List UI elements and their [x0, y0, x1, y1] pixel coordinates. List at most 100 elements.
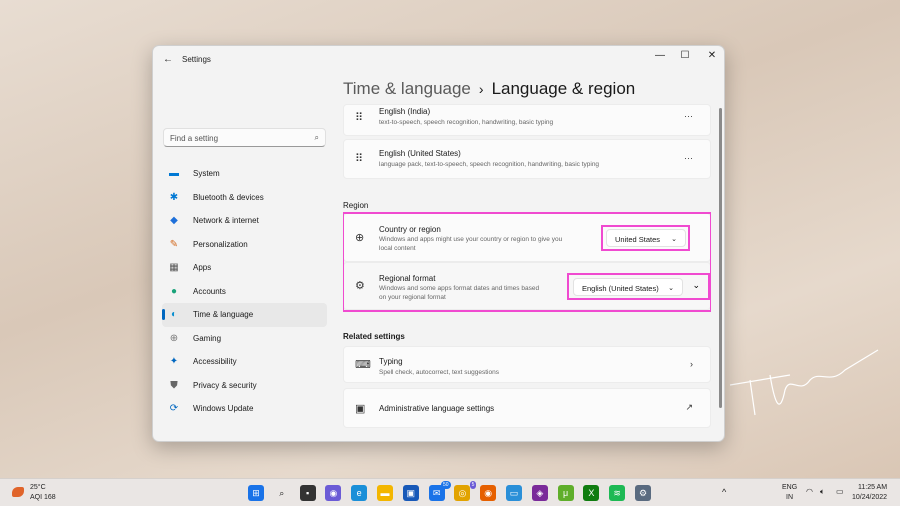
- search-icon[interactable]: ⌕: [273, 485, 290, 501]
- notification-badge: 50: [441, 481, 451, 489]
- keyboard-icon: ⌨: [355, 359, 371, 371]
- language-indicator[interactable]: ENG: [782, 484, 797, 491]
- sidebar-item-label: Personalization: [193, 239, 248, 249]
- admin-language-settings[interactable]: ▣ Administrative language settings ↗: [343, 388, 711, 428]
- accessibility-icon: ✦: [169, 356, 179, 368]
- related-settings-heading: Related settings: [343, 332, 405, 341]
- sidebar-nav: ▬ System ✱ Bluetooth & devices ◆ Network & in…: [162, 162, 327, 421]
- search-icon: ⌕: [314, 133, 319, 142]
- drag-handle-icon[interactable]: ⠿: [355, 111, 363, 124]
- firefox-icon[interactable]: ◉: [480, 485, 497, 501]
- wifi-icon[interactable]: ◠: [806, 487, 813, 496]
- language-item-english-india[interactable]: ⠿ English (India) text-to-speech, speech…: [343, 104, 711, 136]
- external-link-icon: ↗: [685, 402, 693, 412]
- language-features: text-to-speech, speech recognition, hand…: [379, 119, 554, 126]
- sidebar-item-gaming[interactable]: ⊕ Gaming: [162, 327, 327, 351]
- signature-watermark: [730, 349, 879, 416]
- sidebar-item-label: Privacy & security: [193, 380, 257, 390]
- more-options-icon[interactable]: ···: [684, 153, 693, 163]
- sidebar-item-apps[interactable]: ▦ Apps: [162, 256, 327, 280]
- chrome-icon[interactable]: ◎ 5: [454, 481, 477, 501]
- setting-desc: Spell check, autocorrect, text suggestio…: [379, 369, 499, 376]
- close-button[interactable]: ✕: [702, 50, 722, 61]
- chevron-right-icon: ›: [690, 359, 693, 369]
- settings-icon[interactable]: ⚙: [635, 485, 651, 501]
- app-icon[interactable]: ◈: [531, 485, 548, 501]
- monitor-icon: ▬: [169, 168, 179, 180]
- notification-badge: 5: [469, 481, 477, 489]
- breadcrumb-parent[interactable]: Time & language: [343, 79, 471, 98]
- setting-title: Administrative language settings: [379, 404, 495, 413]
- taskbar: 25°C AQI 168 ⊞ ⌕ ▪ ◉ e ▬ ▣ ✉ 50 ◎ 5 ◉ ▭ ◈ μ X ≋ ⚙ ^ ENG I…: [0, 478, 900, 506]
- more-options-icon[interactable]: ···: [684, 111, 693, 121]
- sidebar-item-label: Apps: [193, 263, 212, 273]
- weather-icon[interactable]: [12, 487, 24, 497]
- globe-clock-icon: ◐: [170, 309, 178, 321]
- person-icon: ●: [170, 285, 178, 297]
- sidebar-item-privacy-security[interactable]: ⛊ Privacy & security: [162, 374, 327, 398]
- search-placeholder: Find a setting: [170, 134, 219, 143]
- apps-icon: ▦: [169, 262, 179, 274]
- sidebar-item-label: Network & internet: [193, 216, 259, 226]
- setting-title: Typing: [379, 357, 403, 366]
- drag-handle-icon[interactable]: ⠿: [355, 152, 363, 165]
- start-icon[interactable]: ⊞: [248, 485, 264, 501]
- title-bar: ← Settings — ☐ ✕: [153, 46, 724, 74]
- task-view-icon[interactable]: ▪: [299, 485, 316, 501]
- sidebar-item-windows-update[interactable]: ⟳ Windows Update: [162, 397, 327, 421]
- store-icon[interactable]: ▣: [402, 485, 419, 501]
- shield-icon: ⛊: [170, 379, 178, 391]
- language-features: language pack, text-to-speech, speech re…: [379, 161, 600, 168]
- xbox-icon[interactable]: X: [583, 485, 600, 501]
- search-input[interactable]: Find a setting ⌕: [163, 128, 326, 147]
- battery-icon[interactable]: ▭: [836, 487, 844, 496]
- highlight-format: [567, 273, 710, 300]
- remote-desktop-icon[interactable]: ▭: [506, 485, 522, 501]
- settings-window: ← Settings — ☐ ✕ Time & language › Languag…: [152, 45, 725, 442]
- bluetooth-icon: ✱: [169, 191, 179, 203]
- edge-icon[interactable]: e: [351, 485, 368, 501]
- sidebar-item-time-language[interactable]: ◐ Time & language: [162, 303, 327, 327]
- scrollbar[interactable]: [719, 108, 722, 408]
- mail-icon[interactable]: ✉ 50: [428, 481, 451, 501]
- file-explorer-icon[interactable]: ▬: [377, 485, 393, 501]
- volume-icon[interactable]: 🔈︎: [820, 487, 825, 497]
- update-icon: ⟳: [169, 403, 179, 415]
- clock-time[interactable]: 11:25 AM: [858, 484, 887, 491]
- sidebar-item-bluetooth-devices[interactable]: ✱ Bluetooth & devices: [162, 186, 327, 210]
- brush-icon: ✎: [169, 238, 179, 250]
- breadcrumb: Time & language › Language & region: [343, 79, 635, 99]
- gamepad-icon: ⊕: [169, 332, 179, 344]
- sidebar-item-accessibility[interactable]: ✦ Accessibility: [162, 350, 327, 374]
- sidebar-item-label: Bluetooth & devices: [193, 192, 264, 202]
- typing-setting[interactable]: ⌨ Typing Spell check, autocorrect, text …: [343, 346, 711, 383]
- weather-temp[interactable]: 25°C: [30, 484, 46, 491]
- page-title: Language & region: [491, 79, 636, 98]
- language-region[interactable]: IN: [786, 494, 793, 501]
- spotify-icon[interactable]: ≋: [609, 485, 626, 501]
- sidebar-item-personalization[interactable]: ✎ Personalization: [162, 233, 327, 257]
- sidebar-item-label: Windows Update: [193, 404, 254, 414]
- language-name: English (India): [379, 107, 431, 116]
- sidebar-item-label: Time & language: [193, 310, 254, 320]
- sidebar-item-label: Gaming: [193, 333, 222, 343]
- language-item-english-us[interactable]: ⠿ English (United States) language pack,…: [343, 139, 711, 179]
- region-heading: Region: [343, 201, 369, 210]
- minimize-button[interactable]: —: [650, 50, 670, 61]
- sidebar-item-network-internet[interactable]: ◆ Network & internet: [162, 209, 327, 233]
- window-title: Settings: [182, 55, 211, 64]
- clock-date[interactable]: 10/24/2022: [852, 494, 887, 501]
- breadcrumb-separator-icon: ›: [478, 81, 484, 97]
- sidebar-item-label: System: [193, 169, 220, 179]
- weather-aqi[interactable]: AQI 168: [30, 494, 56, 501]
- maximize-button[interactable]: ☐: [675, 50, 695, 61]
- highlight-country: [601, 225, 690, 251]
- sidebar-item-system[interactable]: ▬ System: [162, 162, 327, 186]
- chat-icon[interactable]: ◉: [325, 485, 342, 501]
- tray-overflow-icon[interactable]: ^: [722, 487, 726, 497]
- admin-language-icon: ▣: [355, 403, 366, 415]
- sidebar-item-accounts[interactable]: ● Accounts: [162, 280, 327, 304]
- back-arrow-icon[interactable]: ←: [163, 54, 173, 65]
- sidebar-item-label: Accessibility: [193, 357, 237, 367]
- utorrent-icon[interactable]: μ: [557, 485, 574, 501]
